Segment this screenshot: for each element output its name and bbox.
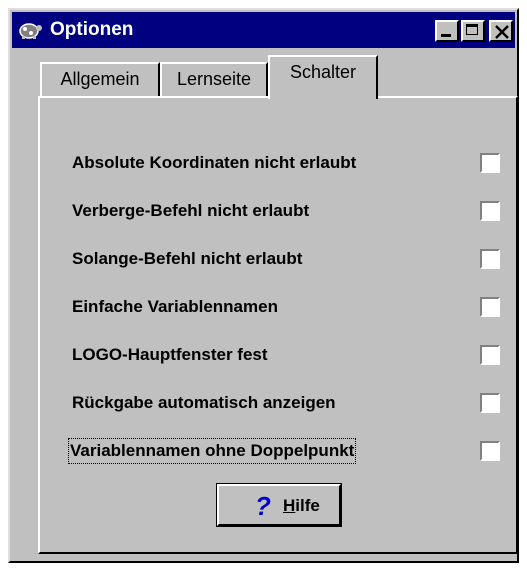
checkbox-verberge-befehl[interactable]: [480, 201, 500, 221]
checkbox-logo-hauptfenster[interactable]: [480, 345, 500, 365]
option-label-logo-hauptfenster: LOGO-Hauptfenster fest: [72, 345, 268, 364]
checkbox-rueckgabe-anzeigen[interactable]: [480, 393, 500, 413]
option-label-einfache-variablennamen: Einfache Variablennamen: [72, 297, 278, 316]
close-button[interactable]: [489, 20, 513, 42]
checkbox-einfache-variablennamen[interactable]: [480, 297, 500, 317]
minimize-button[interactable]: [435, 20, 459, 42]
close-icon: [495, 25, 509, 39]
option-label-solange-befehl: Solange-Befehl nicht erlaubt: [72, 249, 303, 268]
tab-lernseite[interactable]: Lernseite: [160, 62, 268, 96]
options-window: Optionen Allgemein Lernseite Schalter Ab…: [8, 8, 519, 563]
tab-schalter[interactable]: Schalter: [268, 55, 378, 99]
help-button[interactable]: ? Hilfe: [216, 483, 342, 527]
help-button-label: Hilfe: [283, 496, 320, 515]
checkbox-solange-befehl[interactable]: [480, 249, 500, 269]
option-label-rueckgabe-anzeigen: Rückgabe automatisch anzeigen: [72, 393, 336, 412]
checkbox-variablennamen-ohne-doppelpunkt[interactable]: [480, 441, 500, 461]
title-bar[interactable]: Optionen: [12, 12, 515, 48]
option-label-variablennamen-ohne-doppelpunkt: Variablennamen ohne Doppelpunkt: [67, 438, 357, 464]
maximize-button[interactable]: [461, 20, 485, 42]
option-label-absolute-coordinates: Absolute Koordinaten nicht erlaubt: [72, 153, 357, 172]
turtle-app-icon: [16, 16, 44, 44]
checkbox-absolute-coordinates[interactable]: [480, 153, 500, 173]
question-mark-icon: ?: [255, 491, 271, 521]
tab-allgemein[interactable]: Allgemein: [40, 62, 160, 96]
window-title: Optionen: [50, 19, 134, 40]
option-label-verberge-befehl: Verberge-Befehl nicht erlaubt: [72, 201, 310, 220]
schalter-panel: Absolute Koordinaten nicht erlaubt Verbe…: [38, 96, 518, 554]
